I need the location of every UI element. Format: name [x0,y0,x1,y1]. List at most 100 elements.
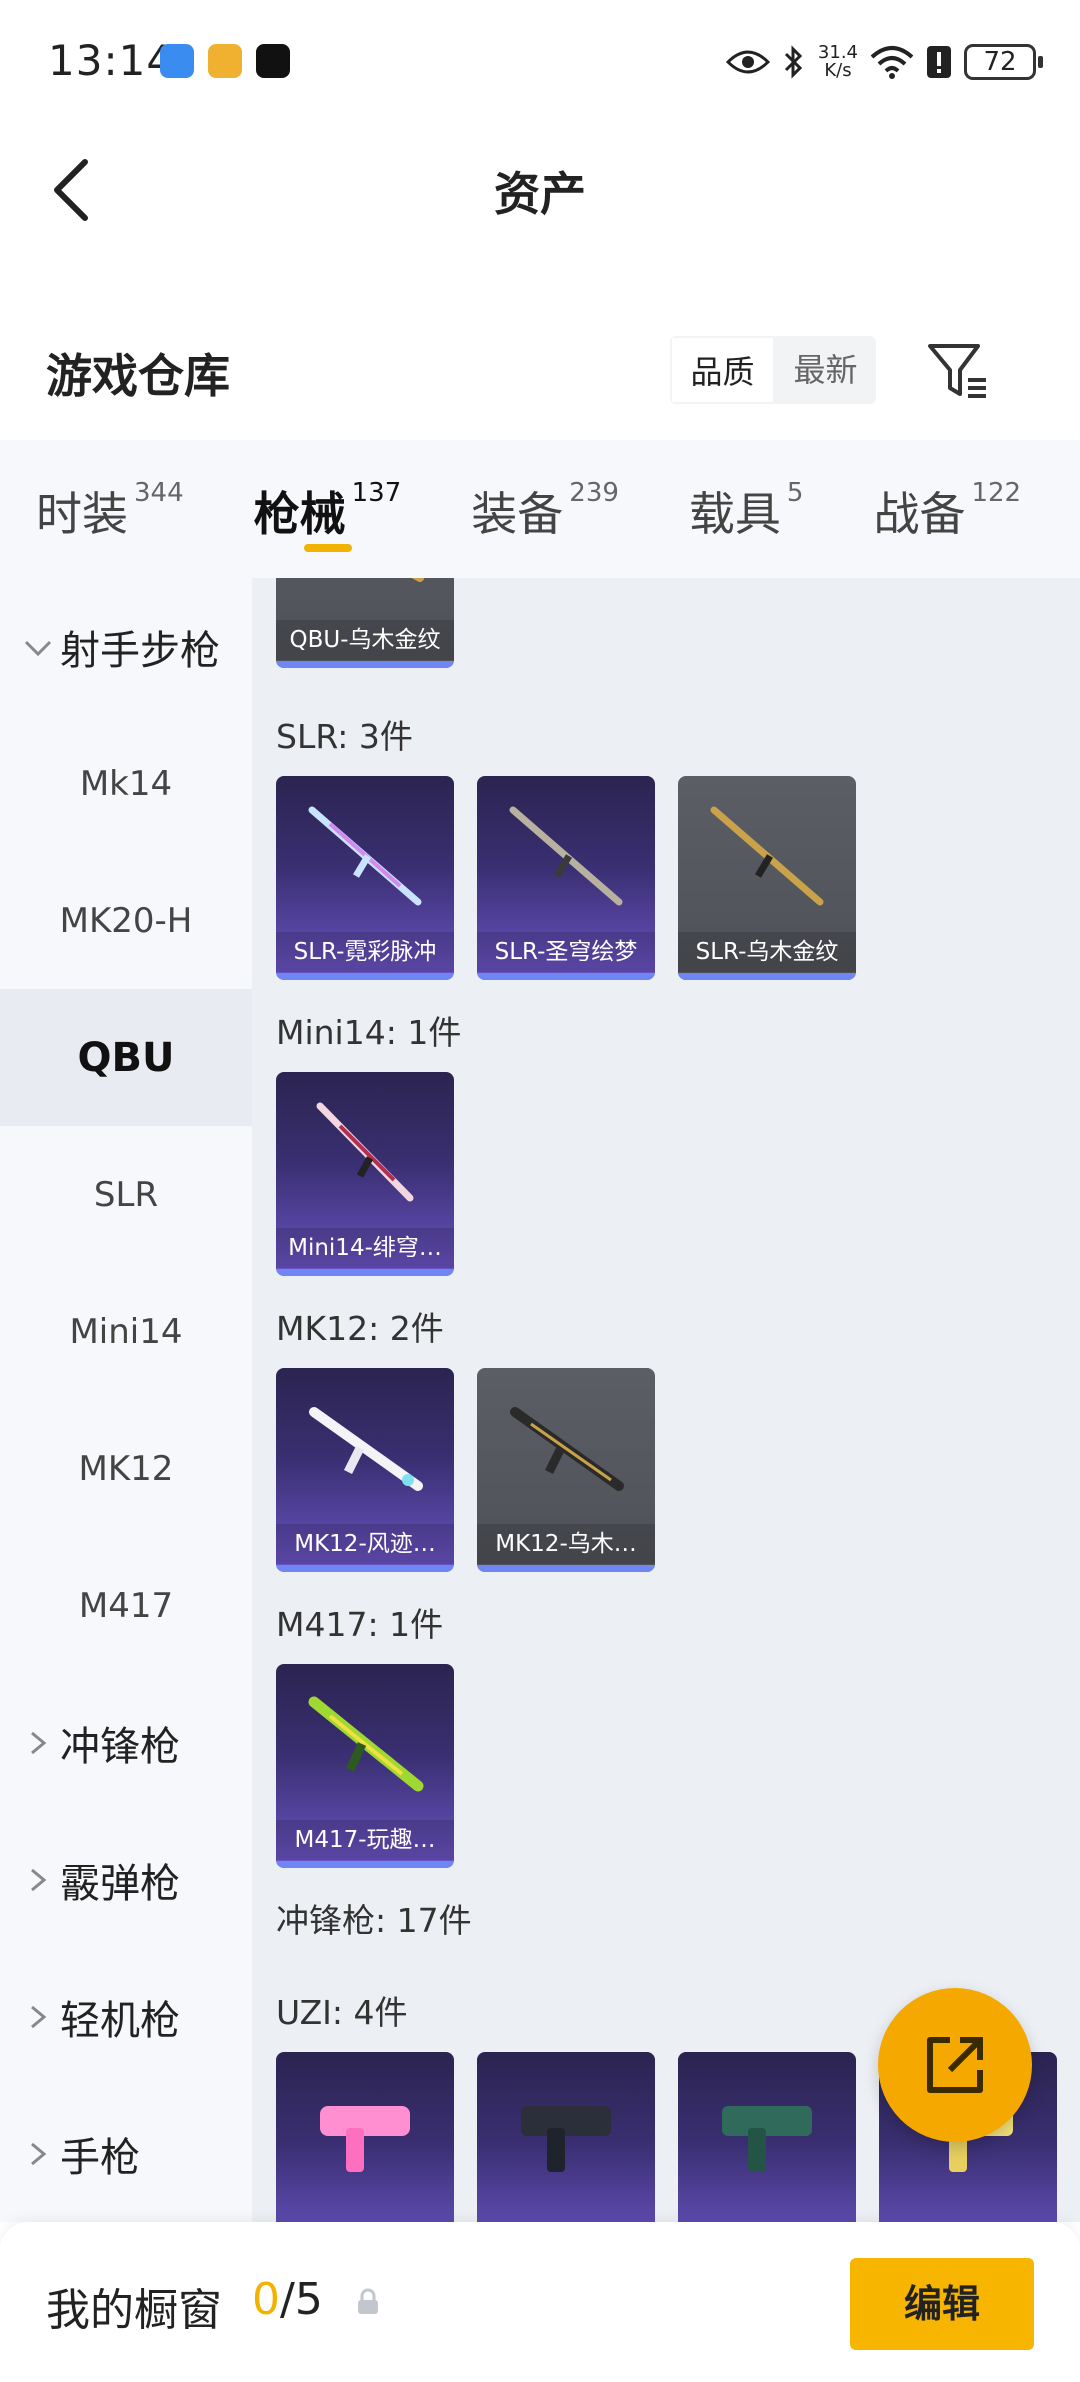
edit-button[interactable]: 编辑 [850,2258,1034,2350]
weapon-card-name: MK12-乌木… [477,1524,655,1564]
section-label-mini14: Mini14: 1件 [276,1013,462,1052]
tab-label: 时装 [36,487,128,541]
chevron-right-icon [31,2005,47,2028]
chevron-right-icon [31,1731,47,1754]
weapon-card[interactable]: MK12-乌木… [477,1368,655,1572]
weapon-card[interactable]: M417-玩趣… [276,1664,454,1868]
tab-label: 战备 [873,487,966,541]
warehouse-title: 游戏仓库 [46,349,230,403]
weapon-card[interactable] [276,2052,454,2222]
status-icons: 31.4 K/s 72 [725,38,1043,86]
weapon-card-name: SLR-霓彩脉冲 [276,932,454,972]
weapon-card[interactable]: MK12-风迹… [276,1368,454,1572]
smg-skin-image [521,2106,611,2172]
sidebar-item-label: 手枪 [60,2134,140,2181]
tab-count: 5 [786,478,804,508]
wifi-icon [870,46,914,79]
tab-count: 122 [971,478,1022,508]
weapon-card[interactable] [477,2052,655,2222]
tab-count: 344 [134,478,184,508]
weapon-card-name: QBU-乌木金纹 [276,620,454,660]
chevron-right-icon [31,2142,47,2165]
tab-equipment[interactable]: 装备 239 [471,478,619,544]
page-title: 资产 [494,167,586,221]
showcase-bar: 我的橱窗 0/5 编辑 [0,2222,1080,2382]
showcase-count-current: 0 [252,2274,280,2325]
rarity-bar [276,1565,454,1572]
tab-label: 装备 [471,487,564,541]
sidebar-item-mk12[interactable]: MK12 [0,1400,252,1537]
sidebar-item-qbu[interactable]: QBU [0,989,252,1126]
sidebar-item-mk20h[interactable]: MK20-H [0,852,252,989]
sidebar-item-dmr[interactable]: 射手步枪 [0,578,252,715]
eye-icon [725,50,770,74]
sidebar-item-label: 冲锋枪 [60,1723,180,1770]
tab-label: 载具 [688,487,781,541]
chevron-down-icon [24,640,52,656]
sort-latest-button[interactable]: 最新 [775,336,876,404]
bluetooth-app-icon [160,44,194,78]
weapon-card[interactable]: Mini14-绯穹… [276,1072,454,1276]
rarity-bar [276,1861,454,1868]
sort-toggle: 品质 最新 [670,336,876,404]
tab-guns[interactable]: 枪械 137 [253,478,401,552]
rarity-bar [276,1269,454,1276]
status-time: 13:14 [48,36,175,85]
category-tabs: 时装 344 枪械 137 装备 239 载具 5 战备 122 [0,440,1080,578]
weapon-card[interactable]: SLR-霓彩脉冲 [276,776,454,980]
filter-button[interactable] [926,338,992,404]
chevron-right-icon [31,1868,47,1891]
tab-fashion[interactable]: 时装 344 [36,478,184,544]
weapon-card-name: SLR-圣穹绘梦 [477,932,655,972]
sidebar-item-m417[interactable]: M417 [0,1537,252,1674]
section-label-m417: M417: 1件 [276,1605,444,1644]
weapon-card[interactable]: SLR-乌木金纹 [678,776,856,980]
showcase-label: 我的橱窗 [46,2285,222,2336]
rarity-bar [276,661,454,668]
bluetooth-icon [784,45,803,79]
status-bar: 13:14 31.4 K/s 72 [0,0,1080,120]
weapon-card-name: M417-玩趣… [276,1820,454,1860]
rifle-skin-image [309,1407,423,1491]
alert-sim-icon [927,46,951,78]
game-app-icon [208,44,242,78]
sort-quality-button[interactable]: 品质 [670,336,775,404]
rifle-skin-image [510,1407,624,1491]
smg-skin-image [320,2106,410,2172]
sidebar-item-lmg[interactable]: 轻机枪 [0,1948,252,2085]
tab-label: 枪械 [253,487,346,541]
filter-icon [928,344,986,398]
tab-vehicles[interactable]: 载具 5 [689,478,804,544]
share-fab-button[interactable] [878,1988,1032,2142]
net-speed: 31.4 K/s [818,44,858,80]
rarity-bar [678,973,856,980]
app-header: 资产 [0,120,1080,260]
rifle-skin-image [411,578,424,582]
sidebar-item-slr[interactable]: SLR [0,1126,252,1263]
weapon-card[interactable]: QBU-乌木金纹 [276,578,454,668]
lock-icon [358,2288,378,2314]
sidebar-item-pistol[interactable]: 手枪 [0,2085,252,2222]
sidebar-item-label: 轻机枪 [60,1997,180,2044]
sidebar-item-shotgun[interactable]: 霰弹枪 [0,1811,252,1948]
weapon-card[interactable] [678,2052,856,2222]
rifle-skin-image [308,1696,424,1792]
sidebar-item-label: 霰弹枪 [60,1860,180,1907]
sidebar-item-mini14[interactable]: Mini14 [0,1263,252,1400]
showcase-count-total: /5 [280,2274,323,2325]
rarity-bar [477,973,655,980]
sidebar-item-smg[interactable]: 冲锋枪 [0,1674,252,1811]
tab-gear[interactable]: 战备 122 [873,478,1021,544]
smg-skin-image [722,2106,812,2172]
weapon-card[interactable]: SLR-圣穹绘梦 [477,776,655,980]
sidebar-item-label: 射手步枪 [60,627,220,674]
section-label-uzi: UZI: 4件 [276,1993,408,2032]
weapon-card-name: MK12-风迹… [276,1524,454,1564]
rifle-skin-image [308,806,422,906]
weapon-card-name: Mini14-绯穹… [276,1228,454,1268]
tab-count: 239 [569,478,619,508]
rifle-skin-image [509,806,623,906]
share-external-icon [927,2037,983,2093]
rarity-bar [477,1565,655,1572]
sidebar-item-mk14[interactable]: Mk14 [0,715,252,852]
